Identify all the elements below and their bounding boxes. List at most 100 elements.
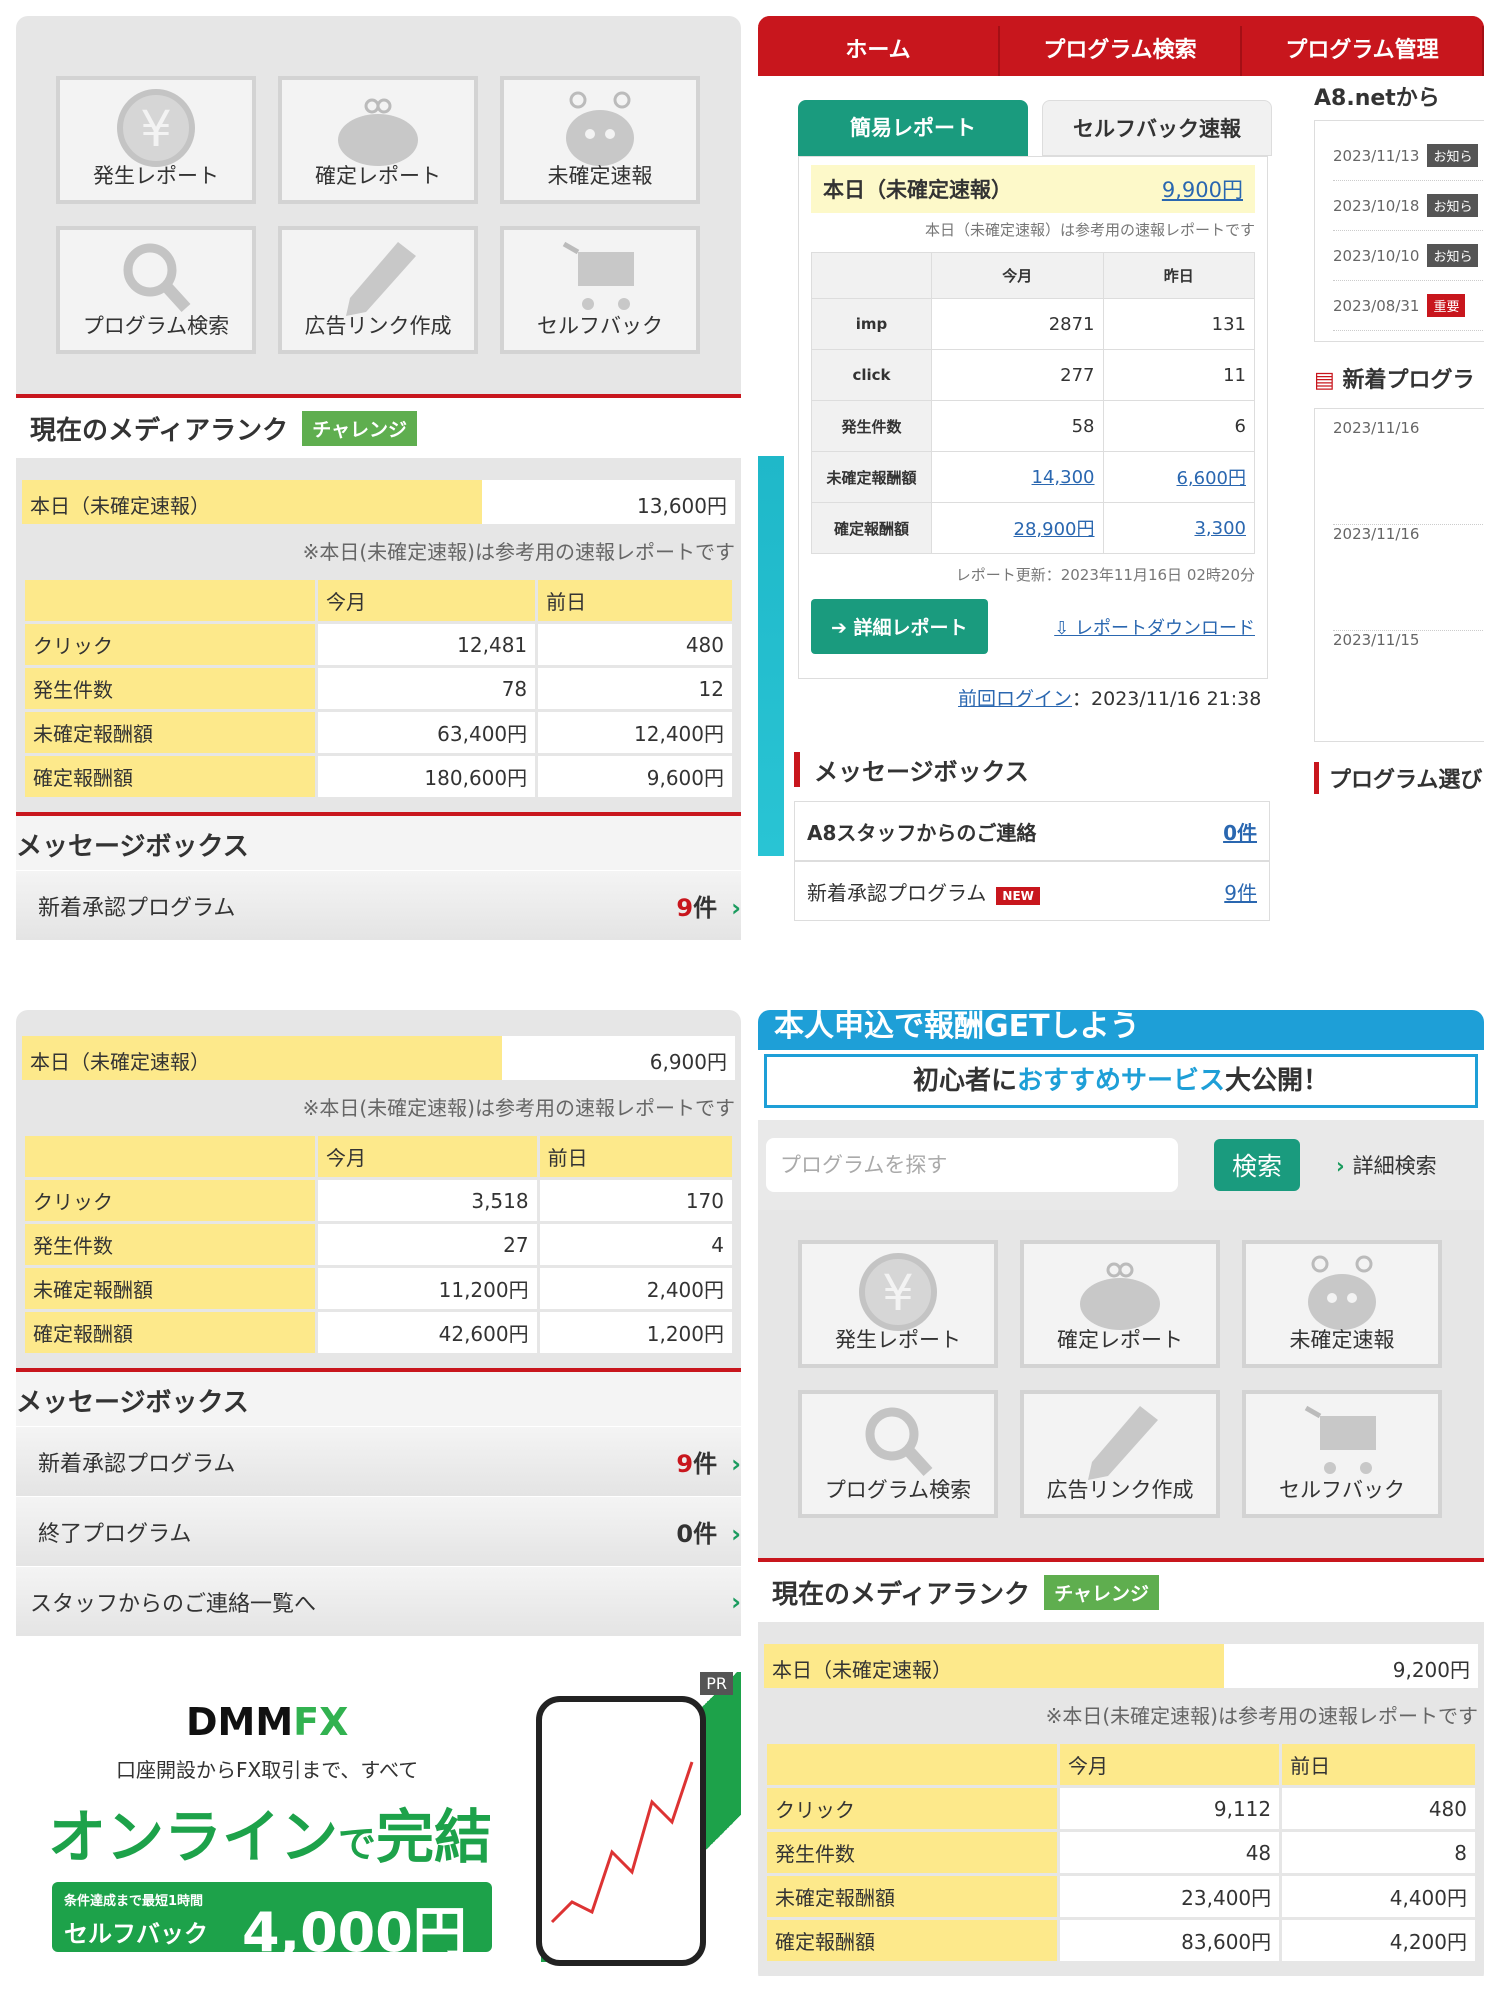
row-label: 確定報酬額	[767, 1920, 1057, 1961]
tile-label: 広告リンク作成	[1046, 1478, 1194, 1502]
new-programs-label: 新着承認プログラム	[38, 1451, 236, 1477]
tile-label: セルフバック	[537, 314, 663, 338]
tile-occurrence-report[interactable]: ¥ 発生レポート	[56, 76, 256, 204]
last-login-link[interactable]: 前回ログイン	[958, 688, 1072, 710]
promo-banner[interactable]: 本人申込で報酬GETしよう 初心者におすすめサービス大公開！	[758, 1010, 1484, 1120]
new-program-item[interactable]: 2023/11/16	[1333, 419, 1484, 525]
news-item[interactable]: 2023/10/10 お知ら	[1333, 231, 1484, 281]
amount-link[interactable]: 28,900円	[1014, 519, 1095, 540]
cart-icon	[562, 241, 634, 310]
tab-selfback-flash[interactable]: セルフバック速報	[1042, 100, 1272, 156]
table-row: 確定報酬額 180,600円 9,600円	[25, 756, 732, 797]
table-row: 未確定報酬額 11,200円 2,400円	[25, 1268, 732, 1309]
cell: 4,200円	[1282, 1920, 1475, 1961]
tile-ad-link[interactable]: 広告リンク作成	[1020, 1390, 1220, 1518]
news-tag: 重要	[1427, 294, 1466, 317]
new-program-label: 新着承認プログラム	[807, 880, 987, 905]
dmm-fx-ad[interactable]: PR DMMFX 口座開設からFX取引まで、すべて オンラインで完結 条件達成ま…	[16, 1672, 741, 1966]
news-item[interactable]: 2023/11/13 お知ら	[1333, 131, 1484, 181]
staff-message-count[interactable]: 0件	[1223, 817, 1257, 846]
tile-unconfirmed-flash[interactable]: 未確定速報	[500, 76, 700, 204]
new-program-count[interactable]: 9件	[1224, 877, 1257, 906]
table-header-row: 今月 前日	[767, 1744, 1475, 1785]
tile-confirmed-report[interactable]: 確定レポート	[1020, 1240, 1220, 1368]
menu-grid: ¥ 発生レポート 確定レポート 未確定速報 プログラム検索 広告リンク作成 セルフ…	[758, 1210, 1484, 1558]
tile-occurrence-report[interactable]: ¥ 発生レポート	[798, 1240, 998, 1368]
detail-report-label: 詳細レポート	[853, 617, 968, 639]
cell: 480	[538, 624, 732, 665]
row-label: 確定報酬額	[25, 756, 315, 797]
new-programs-row[interactable]: 新着承認プログラム 9件 ›	[16, 1426, 741, 1496]
today-value: 13,600円	[482, 480, 735, 524]
download-icon: ⇩	[1054, 617, 1075, 639]
tile-ad-link[interactable]: 広告リンク作成	[278, 226, 478, 354]
table-row: 発生件数 27 4	[25, 1224, 732, 1265]
news-item[interactable]: 2023/10/18 お知ら	[1333, 181, 1484, 231]
media-rank-title: 現在のメディアランク	[772, 1579, 1031, 1610]
today-value-link[interactable]: 9,900円	[1162, 174, 1243, 204]
tile-program-search[interactable]: プログラム検索	[56, 226, 256, 354]
advanced-search-link[interactable]: › 詳細検索	[1336, 1150, 1437, 1180]
amount-link[interactable]: 6,600円	[1176, 468, 1246, 489]
cell: 12	[538, 668, 732, 709]
ad-selfback: セルフバック	[64, 1920, 208, 1948]
new-program-item[interactable]: 2023/11/15	[1333, 631, 1484, 731]
ad-headline-a: オンライン	[48, 1803, 339, 1871]
media-rank-header: 現在のメディアランク チャレンジ	[16, 394, 741, 458]
cell: 2,400円	[539, 1268, 732, 1309]
ended-programs-row[interactable]: 終了プログラム 0件 ›	[16, 1496, 741, 1566]
message-box: メッセージボックス A8スタッフからのご連絡 0件 新着承認プログラム NEW 9件	[794, 752, 1270, 921]
today-label: 本日（未確定速報）	[823, 178, 1012, 202]
banner-line1: 本人申込で報酬GETしよう	[758, 1010, 1484, 1050]
new-programs-count: 9件 ›	[676, 1444, 741, 1479]
news-item[interactable]: 2023/08/31 重要	[1333, 281, 1484, 331]
amount-link[interactable]: 3,300	[1194, 518, 1246, 539]
tile-selfback[interactable]: セルフバック	[1242, 1390, 1442, 1518]
cell: 23,400円	[1060, 1876, 1280, 1917]
decorative-strip	[758, 456, 784, 856]
cell: 6	[1102, 400, 1256, 452]
nav-program-manage[interactable]: プログラム管理	[1242, 26, 1484, 76]
search-button[interactable]: 検索	[1214, 1139, 1301, 1191]
report-download-link[interactable]: ⇩ レポートダウンロード	[1054, 614, 1255, 640]
news-date: 2023/10/10	[1333, 246, 1420, 265]
nav-program-search[interactable]: プログラム検索	[1000, 26, 1242, 76]
staff-message-label: A8スタッフからのご連絡	[807, 820, 1037, 845]
tile-selfback[interactable]: セルフバック	[500, 226, 700, 354]
detail-report-button[interactable]: ➔ 詳細レポート	[811, 599, 988, 654]
tile-label: プログラム検索	[82, 314, 230, 338]
amount-link[interactable]: 14,300	[1032, 467, 1095, 488]
mascot-icon	[1308, 1255, 1376, 1330]
table-row: 未確定報酬額 63,400円 12,400円	[25, 712, 732, 753]
tab-simple-report[interactable]: 簡易レポート	[798, 100, 1028, 156]
top-nav: ホーム プログラム検索 プログラム管理	[758, 16, 1484, 76]
report-actions: ➔ 詳細レポート ⇩ レポートダウンロード	[811, 595, 1255, 670]
cell: 3,518	[318, 1180, 537, 1221]
row-label: 発生件数	[767, 1832, 1057, 1873]
table-header-row: 今月 前日	[25, 1136, 732, 1177]
news-date: 2023/08/31	[1333, 296, 1420, 315]
report-note: ※本日(未確定速報)は参考用の速報レポートです	[302, 1096, 735, 1120]
table-row: click 277 11	[811, 349, 1256, 401]
tile-program-search[interactable]: プログラム検索	[798, 1390, 998, 1518]
report-note: 本日（未確定速報）は参考用の速報レポートです	[924, 221, 1255, 239]
staff-contact-row[interactable]: スタッフからのご連絡一覧へ ›	[16, 1566, 741, 1636]
new-program-item[interactable]: 2023/11/16	[1333, 525, 1484, 631]
program-search-input[interactable]: プログラムを探す	[766, 1138, 1178, 1192]
report-updated: レポート更新：2023年11月16日 02時20分	[955, 566, 1255, 584]
nav-home[interactable]: ホーム	[758, 26, 1000, 76]
tile-unconfirmed-flash[interactable]: 未確定速報	[1242, 1240, 1442, 1368]
purse-icon	[338, 98, 418, 166]
new-program-row[interactable]: 新着承認プログラム NEW 9件	[794, 861, 1270, 921]
candlestick-chart-icon	[550, 1761, 694, 1924]
count-number: 0	[676, 1520, 694, 1548]
tile-label: プログラム検索	[824, 1478, 972, 1502]
table-row: 確定報酬額 28,900円 3,300	[811, 502, 1256, 554]
today-label: 本日（未確定速報）	[22, 480, 482, 524]
simple-report-box: 本日（未確定速報） 9,900円 本日（未確定速報）は参考用の速報レポートです 今…	[798, 156, 1268, 679]
staff-message-row[interactable]: A8スタッフからのご連絡 0件	[794, 801, 1270, 861]
tile-confirmed-report[interactable]: 確定レポート	[278, 76, 478, 204]
new-programs-row[interactable]: 新着承認プログラム 9件 ›	[16, 870, 741, 940]
tile-label: 確定レポート	[315, 164, 441, 188]
row-label: imp	[811, 298, 932, 350]
